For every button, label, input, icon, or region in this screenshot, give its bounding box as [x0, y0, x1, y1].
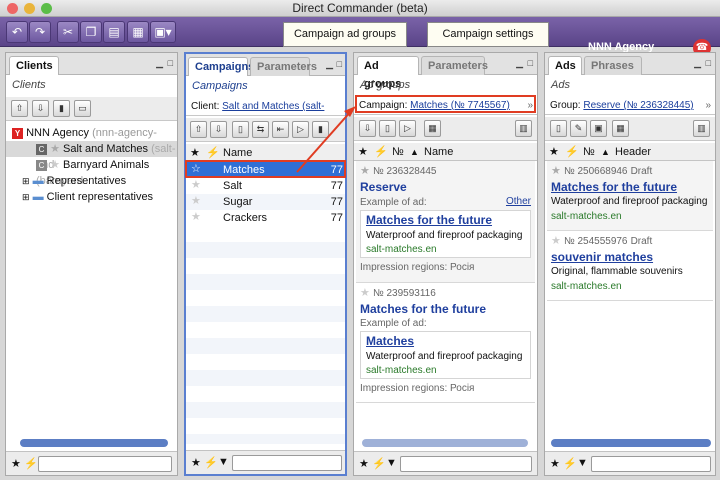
callout-settings: Campaign settings [427, 22, 549, 47]
callout-ad-groups: Campaign ad groups [283, 22, 407, 47]
callout-arrow [296, 106, 356, 173]
